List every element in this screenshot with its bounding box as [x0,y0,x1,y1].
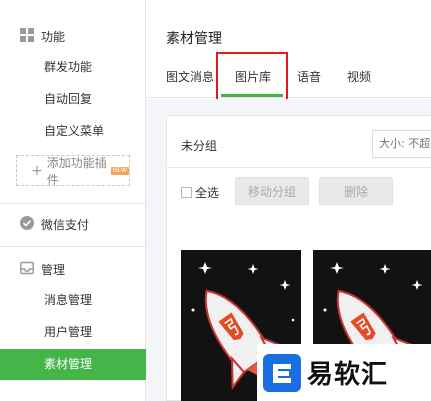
inbox-icon [20,261,34,278]
sidebar-section-manage: 管理 [0,259,146,279]
group-name: 未分组 [181,139,218,153]
sidebar-item-messages[interactable]: 消息管理 [0,285,146,316]
sidebar-item-auto-reply[interactable]: 自动回复 [0,84,146,115]
checkbox-box[interactable] [181,187,192,198]
select-all-label: 全选 [195,186,220,200]
page-title: 素材管理 [166,31,222,47]
sidebar-divider [0,246,146,247]
grid-icon [20,27,34,45]
sidebar-item-mass-send[interactable]: 群发功能 [0,52,146,83]
add-plugin-label: 添加功能插件 [46,155,107,187]
move-group-button[interactable]: 移动分组 [235,177,309,205]
sidebar-section-pay[interactable]: 微信支付 [0,214,146,234]
main-content: 素材管理 图文消息 图片库 语音 视频 未分组 大小: 不超 全选 移动分组 删… [146,0,431,401]
delete-button[interactable]: 删除 [319,177,393,205]
tab-articles[interactable]: 图文消息 [166,68,214,85]
sidebar-item-users[interactable]: 用户管理 [0,317,146,348]
sidebar-item-custom-menu[interactable]: 自定义菜单 [0,116,146,147]
add-plugin-button[interactable]: + 添加功能插件 NEW [16,155,130,187]
sidebar-section-label: 管理 [41,262,66,277]
select-all-checkbox[interactable]: 全选 [181,184,219,201]
brand-name: 易软汇 [307,360,389,390]
sidebar-section-label: 微信支付 [41,217,90,232]
plus-icon: + [31,162,43,179]
tab-bar: 图文消息 图片库 语音 视频 [146,62,431,98]
sidebar-section-label: 功能 [41,29,66,44]
sidebar: 功能 群发功能 自动回复 自定义菜单 + 添加功能插件 NEW 微信支付 管理 … [0,0,146,401]
sidebar-divider [0,203,146,204]
tab-video[interactable]: 视频 [347,68,371,85]
sidebar-section-function: 功能 [0,26,146,46]
watermark: 易软汇 [257,344,431,401]
brand-logo-icon [263,353,301,392]
new-badge: NEW [110,166,129,175]
size-filter-select[interactable]: 大小: 不超 [372,130,431,158]
tab-voice[interactable]: 语音 [297,68,321,85]
sidebar-item-materials[interactable]: 素材管理 [0,349,146,380]
check-circle-icon [20,215,34,233]
group-header: 未分组 大小: 不超 [167,116,431,168]
